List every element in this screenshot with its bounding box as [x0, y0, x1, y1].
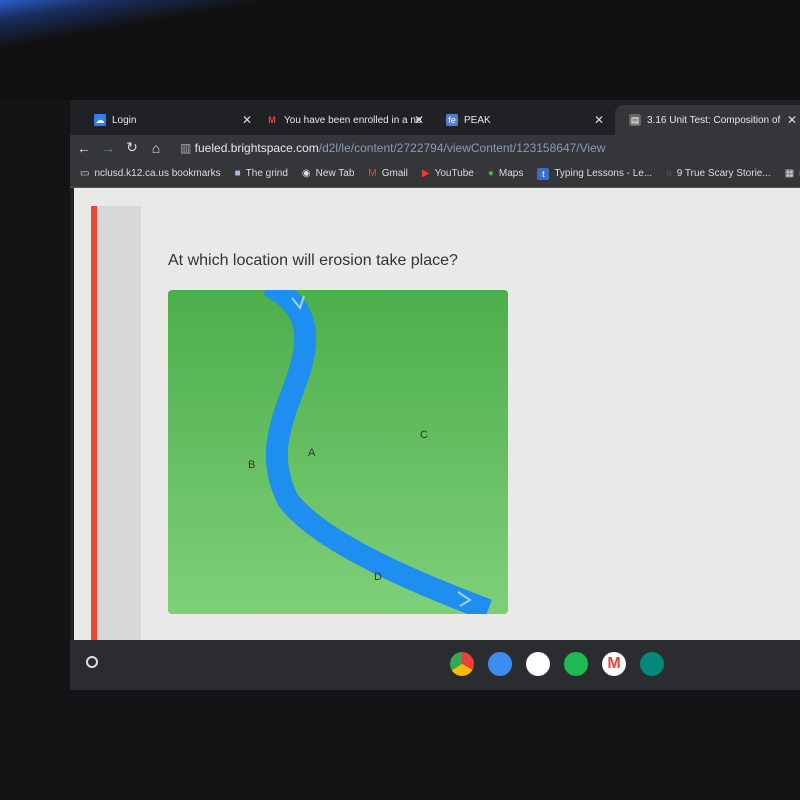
tab-strip: ☁ Login ✕ M You have been enrolled in a ne ✕… — [70, 105, 800, 135]
bookmark-new-tab[interactable]: ◉ New Tab — [302, 168, 354, 179]
typing-icon: t — [537, 167, 550, 180]
bookmark-rom[interactable]: ▦rom — [785, 168, 800, 179]
folder-icon: ■ — [234, 168, 241, 179]
bookmark-maps[interactable]: ● Maps — [488, 168, 524, 179]
bookmark-label: Gmail — [381, 168, 408, 179]
gmail-icon[interactable]: M — [602, 652, 626, 676]
bookmark-the-grind[interactable]: ■ The grind — [235, 168, 288, 179]
bookmark-label: YouTube — [434, 168, 474, 179]
river-diagram: B A C D — [168, 290, 508, 614]
close-icon[interactable]: ✕ — [787, 113, 797, 127]
screen-bezel — [0, 0, 800, 100]
site-info-icon[interactable]: ▥ — [180, 141, 195, 155]
tab-login[interactable]: ☁ Login ✕ — [80, 105, 260, 135]
bookmark-label: nclusd.k12.ca.us bookmarks — [94, 168, 221, 179]
youtube-icon: ▶ — [421, 168, 430, 179]
side-panel — [97, 206, 141, 640]
land — [168, 290, 508, 614]
tab-title: 3.16 Unit Test: Composition of — [647, 114, 781, 126]
site-icon: ▦ — [784, 168, 795, 179]
label-c: C — [420, 429, 428, 441]
drive-icon[interactable] — [526, 652, 550, 676]
close-icon[interactable]: ✕ — [242, 113, 252, 127]
browser-window: ☁ Login ✕ M You have been enrolled in a ne ✕… — [70, 100, 800, 690]
question-text: At which location will erosion take plac… — [168, 252, 458, 269]
taskbar-shelf: M — [70, 640, 800, 690]
maps-icon: ● — [487, 168, 494, 179]
tab-peak[interactable]: fe PEAK ✕ — [432, 105, 612, 135]
bookmark-label: Typing Lessons - Le... — [554, 168, 653, 179]
tab-gmail[interactable]: M You have been enrolled in a ne ✕ — [252, 105, 432, 135]
tab-title: PEAK — [464, 114, 491, 126]
folder-icon: ▭ — [80, 168, 90, 179]
url-host: fueled.brightspace.com — [194, 140, 319, 155]
bookmark-typing[interactable]: t Typing Lessons - Le... — [537, 167, 653, 180]
bookmark-label: 9 True Scary Storie... — [676, 168, 771, 179]
site-icon: a — [666, 168, 672, 179]
tab-title: Login — [112, 114, 137, 126]
close-icon[interactable]: ✕ — [414, 113, 424, 127]
forward-icon[interactable]: → — [98, 140, 118, 156]
files-icon[interactable] — [488, 652, 512, 676]
bookmark-gmail[interactable]: M Gmail — [368, 168, 407, 179]
bookmark-label: The grind — [245, 168, 288, 179]
url-path: /d2l/le/content/2722794/viewContent/1231… — [318, 140, 606, 155]
label-a: A — [308, 447, 316, 459]
meet-icon[interactable] — [640, 652, 664, 676]
gmail-icon: M — [268, 115, 276, 125]
page-content: At which location will erosion take plac… — [74, 188, 800, 640]
globe-icon: ◉ — [301, 168, 311, 179]
close-icon[interactable]: ✕ — [594, 113, 604, 127]
reload-icon[interactable]: ↻ — [122, 139, 142, 156]
bookmark-label: New Tab — [315, 168, 355, 179]
bookmark-nclusd[interactable]: ▭ nclusd.k12.ca.us bookmarks — [80, 168, 221, 179]
gmail-icon: M — [368, 168, 377, 179]
url-field[interactable]: ▥ fueled.brightspace.com/d2l/le/content/… — [180, 141, 605, 155]
fe-icon: fe — [446, 114, 458, 126]
bookmark-label: Maps — [498, 168, 524, 179]
label-b: B — [248, 459, 255, 471]
back-icon[interactable]: ← — [74, 140, 94, 156]
doc-icon: ▤ — [629, 114, 641, 126]
cloud-icon: ☁ — [94, 114, 106, 126]
bookmark-scary[interactable]: a 9 True Scary Storie... — [666, 168, 771, 179]
tab-unit-test[interactable]: ▤ 3.16 Unit Test: Composition of ✕ — [615, 105, 800, 135]
launcher-icon[interactable] — [86, 656, 98, 668]
label-d: D — [374, 571, 382, 583]
tab-title: You have been enrolled in a ne — [284, 114, 422, 126]
chrome-icon[interactable] — [450, 652, 474, 676]
bookmarks-bar: ▭ nclusd.k12.ca.us bookmarks ■ The grind ◉… — [70, 160, 800, 188]
address-bar: ← → ↻ ⌂ ▥ fueled.brightspace.com/d2l/le/… — [70, 135, 800, 160]
spotify-icon[interactable] — [564, 652, 588, 676]
bookmark-youtube[interactable]: ▶ YouTube — [422, 168, 474, 179]
home-icon[interactable]: ⌂ — [146, 140, 166, 156]
